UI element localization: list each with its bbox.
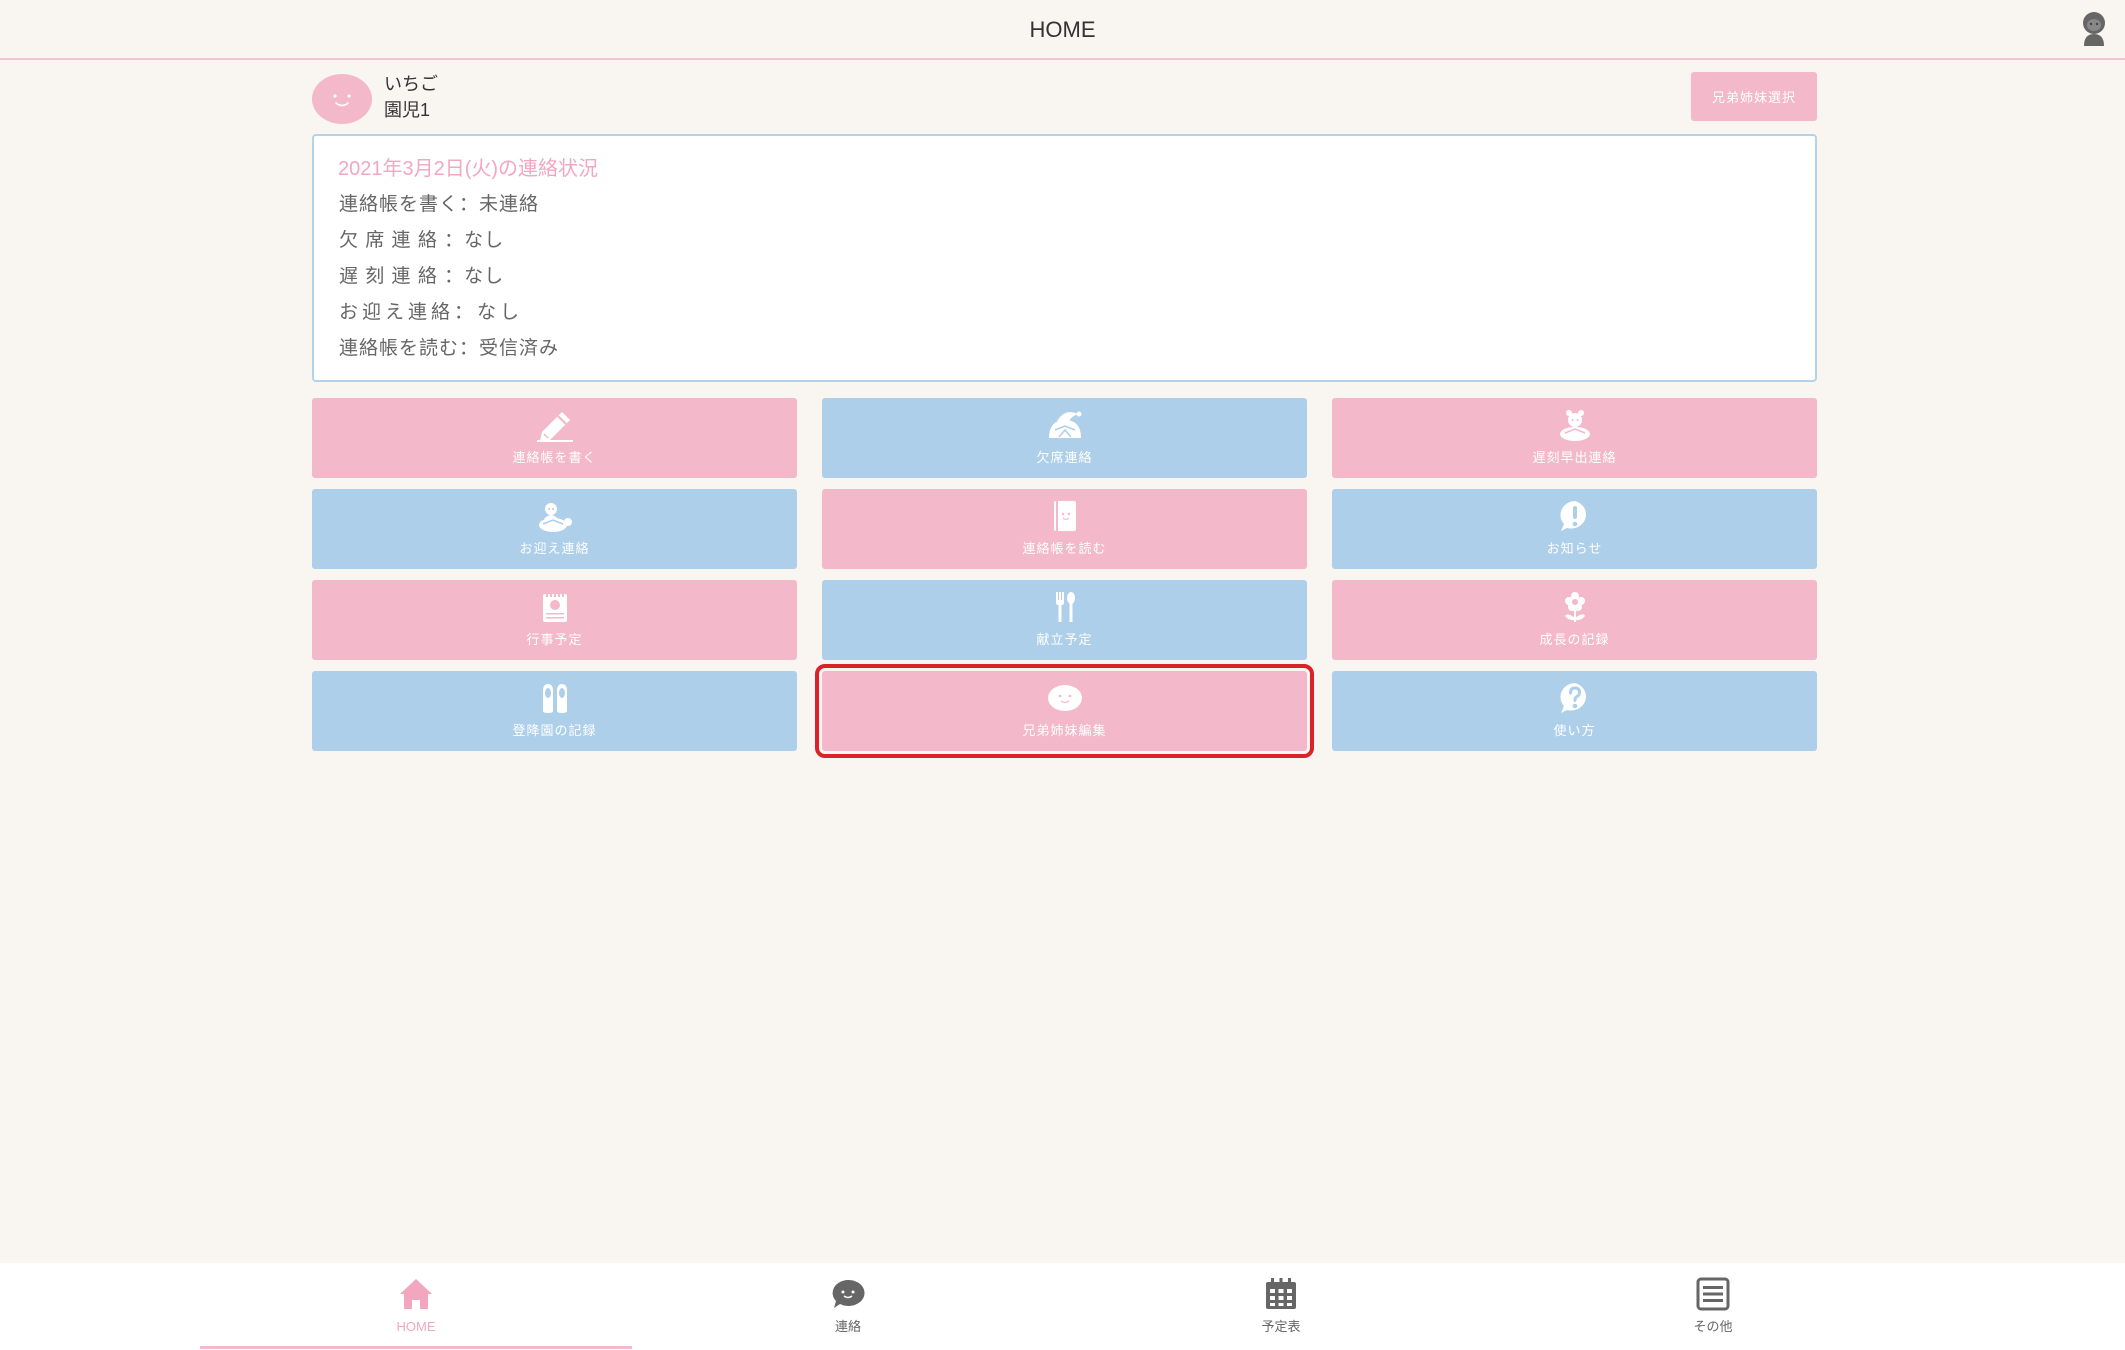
nav-label: 予定表 — [1261, 1319, 1301, 1334]
growth-record-button[interactable]: 成長の記録 — [1332, 580, 1817, 660]
read-notebook-button[interactable]: 連絡帳を読む — [822, 489, 1307, 569]
nav-item-home[interactable]: HOME — [200, 1263, 632, 1350]
menu-label: 兄弟姉妹編集 — [1022, 723, 1107, 738]
menu-label: 行事予定 — [526, 632, 583, 647]
pickup-contact-button[interactable]: お迎え連絡 — [312, 489, 797, 569]
calendar-icon — [535, 590, 575, 624]
sibling-select-button[interactable]: 兄弟姉妹選択 — [1691, 72, 1817, 121]
status-line-late: 遅 刻 連 絡 ：なし — [339, 266, 505, 287]
status-list: 連絡帳を書く：未連絡 欠 席 連 絡 ：なし 遅 刻 連 絡 ：なし お迎え連絡… — [339, 187, 559, 367]
flower-icon — [1555, 590, 1595, 624]
status-line-absence: 欠 席 連 絡 ：なし — [339, 230, 505, 251]
menu-label: 連絡帳を読む — [1022, 541, 1107, 556]
question-icon — [1555, 681, 1595, 715]
menu-label: 欠席連絡 — [1036, 450, 1093, 465]
bottom-nav: HOME 連絡 予定表 その他 — [0, 1263, 2125, 1350]
menu-label: 登降園の記録 — [512, 723, 597, 738]
status-line-read-notebook: 連絡帳を読む：受信済み — [339, 338, 560, 359]
sibling-edit-button[interactable]: 兄弟姉妹編集 — [815, 664, 1314, 758]
turtle-pickup-icon — [535, 499, 575, 533]
contact-status-panel: 2021年3月2日(火)の連絡状況 連絡帳を書く：未連絡 欠 席 連 絡 ：なし… — [312, 134, 1817, 382]
how-to-use-button[interactable]: 使い方 — [1332, 671, 1817, 751]
shoes-icon — [535, 681, 575, 715]
fork-spoon-icon — [1045, 590, 1085, 624]
nav-item-schedule[interactable]: 予定表 — [1065, 1263, 1497, 1350]
smile-face-icon — [1045, 681, 1085, 715]
menu-grid: 連絡帳を書く 欠席連絡 遅刻早出連絡 お迎え連絡 連絡帳を読む お知らせ 行事予… — [312, 398, 1817, 758]
smile-face-icon — [312, 74, 372, 124]
child-avatar — [312, 74, 372, 124]
write-notebook-button[interactable]: 連絡帳を書く — [312, 398, 797, 478]
event-schedule-button[interactable]: 行事予定 — [312, 580, 797, 660]
child-class-label: 園児1 — [384, 100, 431, 120]
nav-label: その他 — [1693, 1319, 1733, 1334]
menu-label: 遅刻早出連絡 — [1532, 450, 1617, 465]
page-title: HOME — [1029, 17, 1096, 42]
menu-label: 献立予定 — [1036, 632, 1093, 647]
user-avatar-icon[interactable] — [2078, 10, 2110, 46]
menu-label: お迎え連絡 — [519, 541, 590, 556]
notice-button[interactable]: お知らせ — [1332, 489, 1817, 569]
status-line-write-notebook: 連絡帳を書く：未連絡 — [339, 194, 540, 215]
menu-label: 連絡帳を書く — [512, 450, 597, 465]
home-icon — [398, 1277, 434, 1311]
chat-icon — [830, 1277, 866, 1311]
nav-label: 連絡 — [834, 1319, 861, 1334]
calendar-grid-icon — [1263, 1277, 1299, 1311]
menu-label: 成長の記録 — [1539, 632, 1610, 647]
menu-schedule-button[interactable]: 献立予定 — [822, 580, 1307, 660]
app-header: HOME — [0, 0, 2125, 60]
nav-label: HOME — [396, 1319, 436, 1334]
nav-item-contact[interactable]: 連絡 — [632, 1263, 1064, 1350]
child-name: いちご — [384, 74, 438, 94]
status-line-pickup: お迎え連絡：なし — [339, 302, 524, 323]
attendance-record-button[interactable]: 登降園の記録 — [312, 671, 797, 751]
nav-item-other[interactable]: その他 — [1497, 1263, 1929, 1350]
status-title: 2021年3月2日(火)の連絡状況 — [338, 158, 599, 180]
bear-turtle-icon — [1555, 408, 1595, 442]
menu-list-icon — [1695, 1277, 1731, 1311]
active-tab-indicator — [200, 1346, 632, 1349]
absence-contact-button[interactable]: 欠席連絡 — [822, 398, 1307, 478]
sleeping-turtle-icon — [1045, 408, 1085, 442]
pencil-icon — [535, 408, 575, 442]
menu-label: お知らせ — [1546, 541, 1603, 556]
notebook-icon — [1045, 499, 1085, 533]
late-early-contact-button[interactable]: 遅刻早出連絡 — [1332, 398, 1817, 478]
menu-label: 使い方 — [1553, 723, 1596, 738]
exclamation-icon — [1555, 499, 1595, 533]
